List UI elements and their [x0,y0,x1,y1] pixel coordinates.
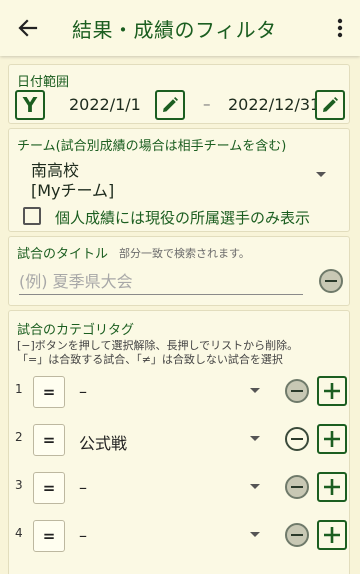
page-title: 結果・成績のフィルタ [72,18,277,42]
remove-tag-button[interactable] [285,379,309,403]
arrow-back-icon [18,19,38,37]
category-tag-card: 試合のカテゴリタグ [−]ボタンを押して選択解除、長押しでリストから削除。 「=… [8,310,350,574]
minus-icon [291,390,303,392]
add-tag-button[interactable] [317,520,347,550]
app-bar: 結果・成績のフィルタ [0,0,360,56]
pencil-icon [323,97,338,112]
dropdown-caret-icon[interactable] [249,483,261,491]
pencil-icon [163,97,178,112]
dropdown-caret-icon[interactable] [249,435,261,443]
category-row: 2 = 公式戦 [9,421,351,457]
dropdown-caret-icon[interactable] [249,387,261,395]
active-players-checkbox[interactable] [23,207,41,225]
more-menu-button[interactable] [330,14,350,42]
row-number: 1 [15,382,23,396]
date-to[interactable]: 2022/12/31 [228,95,320,114]
row-number: 3 [15,478,23,492]
date-range-card: 日付範囲 Y 2022/1/1 – 2022/12/31 [8,64,350,124]
remove-tag-button[interactable] [285,523,309,547]
more-vert-icon [337,18,343,38]
operator-button[interactable]: = [33,424,65,456]
back-button[interactable] [14,14,42,42]
match-title-label: 試合のタイトル [17,247,109,262]
plus-icon [324,383,340,399]
edit-date-to-button[interactable] [315,90,345,120]
category-select[interactable]: – [79,382,87,401]
operator-button[interactable]: = [33,472,65,504]
date-from[interactable]: 2022/1/1 [69,95,141,114]
year-button[interactable]: Y [15,90,45,120]
team-label: チーム(試合別成績の場合は相手チームを含む) [17,139,287,154]
category-row: 4 = – [9,517,351,553]
row-number: 2 [15,430,23,444]
category-select[interactable]: – [79,526,87,545]
category-tag-label: 試合のカテゴリタグ [17,323,135,338]
row-number: 4 [15,526,23,540]
team-card: チーム(試合別成績の場合は相手チームを含む) 南高校 [Myチーム] 個人成績に… [8,128,350,232]
category-select[interactable]: – [79,478,87,497]
minus-icon [291,534,303,536]
minus-icon [291,486,303,488]
dropdown-caret-icon[interactable] [249,531,261,539]
add-tag-button[interactable] [317,424,347,454]
minus-icon [291,438,303,440]
match-title-note: 部分一致で検索されます。 [119,247,250,260]
operator-button[interactable]: = [33,376,65,408]
minus-icon [325,280,337,282]
plus-icon [324,431,340,447]
category-row: 3 = – [9,469,351,505]
plus-icon [324,479,340,495]
category-select[interactable]: 公式戦 [79,430,127,454]
remove-tag-button[interactable] [285,427,309,451]
match-title-card: 試合のタイトル 部分一致で検索されます。 [8,236,350,306]
add-tag-button[interactable] [317,472,347,502]
edit-date-from-button[interactable] [155,90,185,120]
add-tag-button[interactable] [317,376,347,406]
date-range-label: 日付範囲 [17,75,70,90]
match-title-input[interactable] [19,269,303,295]
clear-title-button[interactable] [319,269,343,293]
plus-icon [324,527,340,543]
category-row: 1 = – [9,373,351,409]
remove-tag-button[interactable] [285,475,309,499]
active-players-checkbox-label[interactable]: 個人成績には現役の所属選手のみ表示 [55,207,310,228]
date-separator: – [203,95,211,113]
team-select-line2[interactable]: [Myチーム] [31,177,114,201]
dropdown-caret-icon[interactable] [315,171,327,179]
operator-button[interactable]: = [33,520,65,552]
category-note-2: 「=」は合致する試合、「≠」は合致しない試合を選択 [17,353,283,366]
